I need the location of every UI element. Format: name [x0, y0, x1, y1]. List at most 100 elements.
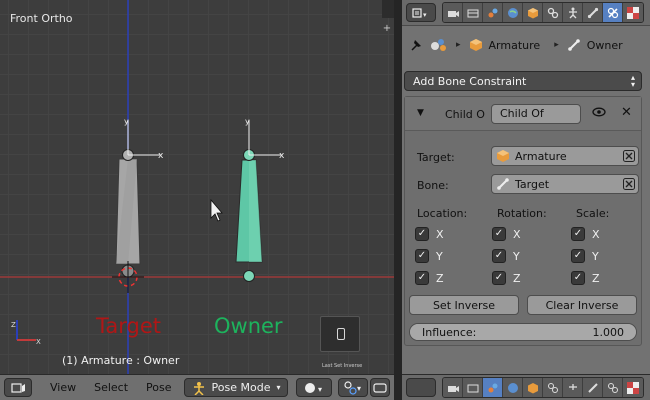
view-title: Front Ortho [10, 12, 73, 25]
scene-icon [488, 383, 497, 392]
updown-arrows-icon: ▴ ▾ [630, 73, 635, 89]
location-x-checkbox[interactable]: ✓ X [415, 227, 444, 241]
cube-editor-icon [11, 382, 25, 393]
location-y-checkbox[interactable]: ✓ Y [415, 249, 443, 263]
collapse-triangle-icon[interactable]: ▼ [417, 108, 424, 118]
clear-x-icon[interactable] [623, 150, 635, 162]
tab-texture[interactable] [623, 3, 643, 22]
editor-type-button[interactable] [4, 378, 32, 397]
add-bone-constraint-button[interactable]: Add Bone Constraint ▴ ▾ [404, 71, 642, 91]
location-label: Location: [417, 207, 468, 220]
area-corner-tab[interactable] [382, 0, 394, 18]
menu-select[interactable]: Select [94, 381, 128, 394]
target-value: Armature [515, 149, 567, 163]
tab-scene[interactable] [483, 3, 503, 22]
owner-bone: y x [235, 117, 285, 282]
tab-bone-constraints[interactable] [603, 3, 623, 22]
chevron-right-icon: ▸ [554, 40, 559, 50]
tab-armature-data[interactable] [563, 3, 583, 22]
target-field[interactable]: Armature [491, 146, 639, 166]
rotation-x-checkbox[interactable]: ✓ X [492, 227, 521, 241]
last-operator-label: Last Set Inverse [322, 363, 363, 369]
render-layers-icon [467, 384, 478, 392]
tab-bone[interactable] [583, 378, 603, 397]
clear-inverse-button[interactable]: Clear Inverse [527, 295, 637, 315]
tab-object-constraints[interactable] [543, 3, 563, 22]
shading-selector[interactable]: ▾ [295, 378, 332, 397]
area-divider[interactable] [394, 0, 402, 400]
world-icon [507, 382, 518, 393]
rotation-y-checkbox[interactable]: ✓ Y [492, 249, 520, 263]
tab-armature-data[interactable] [563, 378, 583, 397]
close-icon[interactable]: ✕ [621, 105, 632, 120]
tab-bone[interactable] [583, 3, 603, 22]
set-inverse-button[interactable]: Set Inverse [409, 295, 519, 315]
svg-text:x: x [158, 151, 164, 161]
chevron-down-icon: ▾ [276, 383, 281, 392]
tab-world[interactable] [503, 378, 523, 397]
bone-value: Target [515, 177, 550, 191]
constraint-panel: ▼ Child O Child Of ✕ Target: Armature Bo… [404, 96, 642, 346]
editor-type-button-props[interactable]: ▾ [406, 3, 436, 22]
object-cube-icon [469, 39, 482, 51]
clear-x-icon[interactable] [623, 178, 635, 190]
target-text-label: Target [96, 314, 161, 338]
tab-scene[interactable] [483, 378, 503, 397]
mode-selector[interactable]: Pose Mode ▾ [183, 378, 288, 397]
object-cube-icon [497, 150, 509, 162]
add-constraint-label: Add Bone Constraint [413, 74, 527, 88]
checker-texture-icon [627, 6, 639, 19]
pose-mode-icon [193, 381, 204, 395]
object-cube-icon [527, 382, 538, 393]
menu-pose[interactable]: Pose [146, 381, 171, 394]
tab-object[interactable] [523, 378, 543, 397]
influence-label: Influence: [422, 325, 477, 339]
svg-text:▾: ▾ [318, 385, 322, 394]
breadcrumb-object: Armature [488, 38, 541, 52]
influence-slider[interactable]: Influence: 1.000 [409, 323, 637, 341]
scale-label: Scale: [576, 207, 610, 220]
operator-icon [337, 328, 345, 340]
operator-panel-button[interactable] [320, 316, 360, 352]
tab-render-layers[interactable] [463, 378, 483, 397]
location-z-checkbox[interactable]: ✓ Z [415, 271, 444, 285]
manipulator-toggle[interactable] [369, 378, 390, 397]
svg-text:y: y [245, 117, 250, 126]
editor-type-button-bottom[interactable] [406, 378, 436, 397]
armature-figure-icon [568, 383, 577, 390]
tab-render[interactable] [443, 3, 463, 22]
constraint-type-label: Child O [445, 108, 485, 121]
constraint-link-icon [547, 7, 558, 18]
viewport-header: View Select Pose Pose Mode ▾ ▾ ▾ [0, 374, 394, 400]
object-cube-icon [527, 7, 538, 18]
target-bone: y x [112, 117, 164, 293]
bone-constraint-icon [607, 7, 618, 18]
object-status: (1) Armature : Owner [62, 354, 180, 367]
eye-icon[interactable] [591, 105, 607, 119]
tab-world[interactable] [503, 3, 523, 22]
pin-icon[interactable] [408, 37, 424, 53]
bone-field[interactable]: Target [491, 174, 639, 194]
pivot-point-icon: ▾ [343, 380, 361, 395]
scale-z-checkbox[interactable]: ✓ Z [571, 271, 600, 285]
tab-texture[interactable] [623, 378, 643, 397]
constraint-name-field[interactable]: Child Of [491, 104, 581, 124]
scale-y-checkbox[interactable]: ✓ Y [571, 249, 599, 263]
axis-gizmo-icon: Z X [11, 320, 41, 346]
menu-view[interactable]: View [50, 381, 76, 394]
breadcrumb-bone: Owner [586, 38, 623, 52]
pivot-selector[interactable]: ▾ [337, 378, 368, 397]
scene-icon [488, 8, 497, 17]
tab-bone-constraints[interactable] [603, 378, 623, 397]
tab-object-constraints[interactable] [543, 378, 563, 397]
constraint-header: ▼ Child O Child Of ✕ [405, 97, 641, 131]
plus-icon[interactable]: + [382, 24, 392, 34]
constraint-link-icon [547, 382, 558, 393]
tab-object[interactable] [523, 3, 543, 22]
armature-figure-icon [568, 7, 577, 18]
3d-viewport[interactable]: y x y x Z X Front Ortho Target Owner (1)… [0, 0, 394, 374]
scale-x-checkbox[interactable]: ✓ X [571, 227, 600, 241]
tab-render[interactable] [443, 378, 463, 397]
rotation-z-checkbox[interactable]: ✓ Z [492, 271, 521, 285]
tab-render-layers[interactable] [463, 3, 483, 22]
